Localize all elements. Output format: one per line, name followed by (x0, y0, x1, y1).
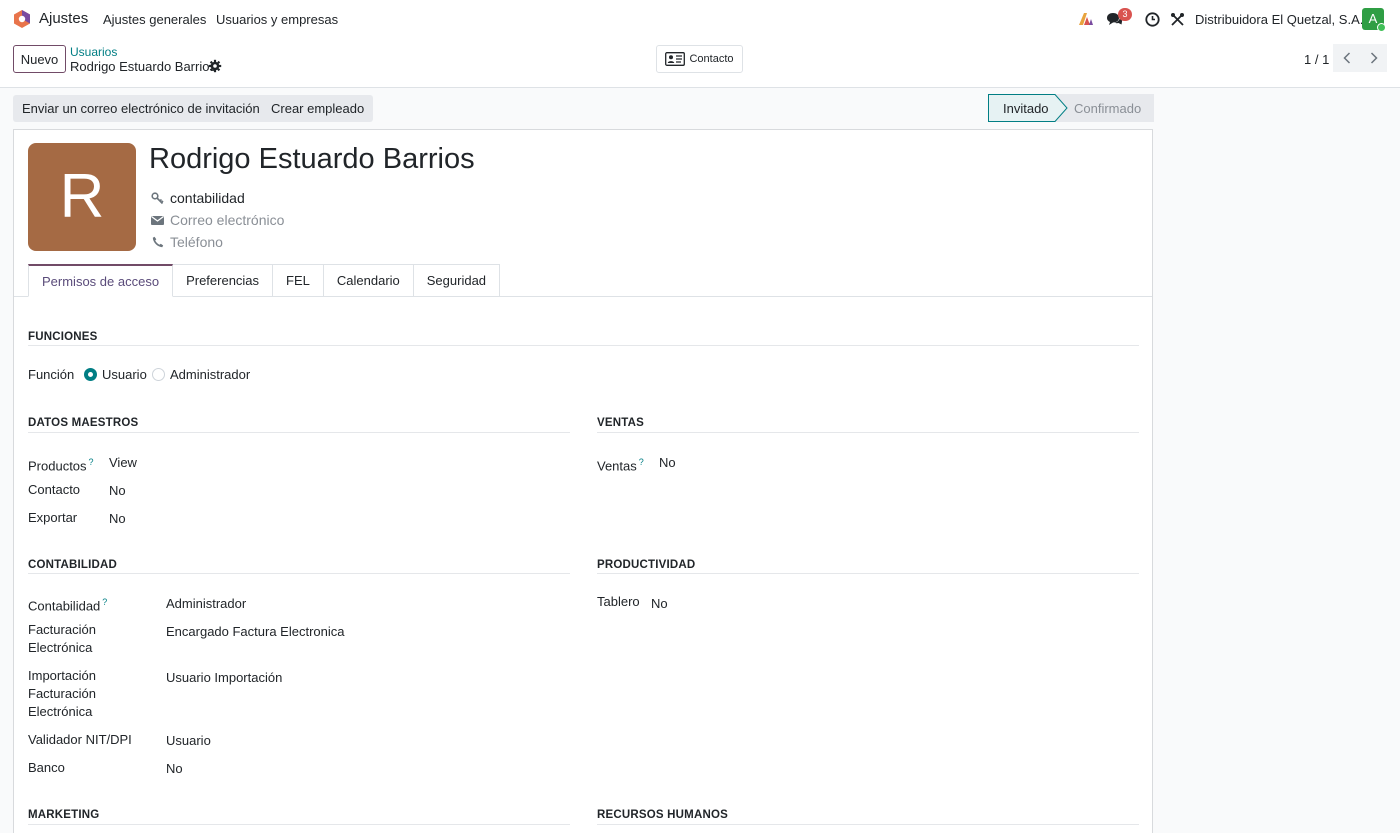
pager-value[interactable]: 1 / 1 (1304, 52, 1329, 67)
section-divider (28, 345, 1139, 346)
help-icon[interactable]: ? (639, 457, 644, 467)
section-title-productividad: PRODUCTIVIDAD (597, 559, 696, 571)
contact-label: Contacto (689, 53, 734, 65)
app-name[interactable]: Ajustes (39, 10, 88, 27)
form-sheet: R Rodrigo Estuardo Barrios contabilidad … (13, 129, 1153, 833)
new-button[interactable]: Nuevo (13, 45, 66, 73)
help-icon[interactable]: ? (102, 597, 107, 607)
facturacion-label: Facturación Electrónica (28, 622, 96, 655)
company-switcher[interactable]: Distribuidora El Quetzal, S.A. (1195, 12, 1363, 27)
exportar-value[interactable]: No (109, 511, 126, 526)
online-status-dot (1377, 23, 1386, 32)
section-title-marketing: MARKETING (28, 809, 100, 821)
gear-icon[interactable] (208, 59, 222, 73)
breadcrumb-parent[interactable]: Usuarios (70, 45, 117, 59)
tools-icon[interactable] (1168, 10, 1186, 28)
phone-icon (151, 236, 164, 249)
facturacion-value[interactable]: Encargado Factura Electronica (166, 624, 344, 639)
odoo-logo-icon[interactable] (12, 9, 32, 29)
email-placeholder: Correo electrónico (170, 212, 285, 228)
validador-value[interactable]: Usuario (166, 733, 211, 748)
login-value: contabilidad (170, 190, 245, 206)
tablero-value[interactable]: No (651, 596, 668, 611)
ventas-label: Ventas? (597, 457, 644, 474)
clock-icon[interactable] (1143, 10, 1161, 28)
ai-icon[interactable] (1077, 10, 1095, 28)
tab-permisos-de-acceso[interactable]: Permisos de acceso (28, 264, 174, 297)
email-field[interactable]: Correo electrónico (151, 212, 284, 228)
user-avatar-large[interactable]: R (28, 143, 136, 251)
menu-ajustes-generales[interactable]: Ajustes generales (103, 12, 206, 27)
contabilidad-value[interactable]: Administrador (166, 596, 246, 611)
section-divider (28, 432, 570, 433)
key-icon (151, 191, 164, 205)
tablero-label: Tablero (597, 594, 640, 609)
radio-usuario-label[interactable]: Usuario (102, 366, 147, 384)
validador-label: Validador NIT/DPI (28, 732, 132, 747)
section-title-funciones: FUNCIONES (28, 331, 98, 343)
user-name[interactable]: Rodrigo Estuardo Barrios (149, 143, 475, 176)
top-navbar: Ajustes Ajustes generales Usuarios y emp… (0, 0, 1400, 38)
section-divider (597, 432, 1139, 433)
chevron-right-icon[interactable] (1360, 44, 1387, 72)
menu-usuarios-empresas[interactable]: Usuarios y empresas (216, 12, 338, 27)
section-divider (28, 573, 570, 574)
create-employee-button[interactable]: Crear empleado (262, 95, 374, 122)
banco-value[interactable]: No (166, 761, 183, 776)
radio-administrador-label[interactable]: Administrador (170, 366, 250, 384)
banco-label: Banco (28, 760, 65, 775)
importacion-label: Importación Facturación Electrónica (28, 668, 96, 719)
productos-value[interactable]: View (109, 455, 137, 470)
notebook-tabs: Permisos de acceso Preferencias FEL Cale… (28, 264, 501, 297)
importacion-value[interactable]: Usuario Importación (166, 670, 282, 685)
exportar-label: Exportar (28, 510, 78, 525)
tab-fel[interactable]: FEL (273, 264, 324, 297)
funcion-label: Función (28, 367, 75, 382)
tab-seguridad[interactable]: Seguridad (413, 264, 501, 297)
phone-placeholder: Teléfono (170, 234, 223, 250)
notification-badge: 3 (1118, 8, 1132, 21)
contacto-value[interactable]: No (109, 483, 126, 498)
stage-invitado[interactable]: Invitado (1003, 101, 1049, 116)
productos-label: Productos? (28, 457, 94, 474)
ventas-value[interactable]: No (659, 455, 676, 470)
contact-card-icon (665, 52, 686, 66)
send-invitation-button[interactable]: Enviar un correo electrónico de invitaci… (13, 95, 269, 122)
section-title-ventas: VENTAS (597, 417, 644, 429)
contacto-label: Contacto (28, 482, 81, 497)
phone-field[interactable]: Teléfono (151, 234, 223, 250)
contabilidad-label: Contabilidad? (28, 597, 108, 614)
chevron-left-icon[interactable] (1333, 44, 1360, 72)
envelope-icon (151, 214, 164, 227)
control-panel: Nuevo Usuarios Rodrigo Estuardo Barrios … (0, 38, 1400, 88)
tab-calendario[interactable]: Calendario (323, 264, 414, 297)
login-field[interactable]: contabilidad (151, 190, 245, 206)
section-title-datos-maestros: DATOS MAESTROS (28, 417, 139, 429)
help-icon[interactable]: ? (89, 457, 94, 467)
stage-confirmado[interactable]: Confirmado (1074, 101, 1141, 116)
radio-administrador[interactable] (152, 368, 165, 381)
section-divider (28, 824, 570, 825)
section-divider (597, 573, 1139, 574)
breadcrumb-current: Rodrigo Estuardo Barrios (70, 59, 216, 74)
radio-usuario[interactable] (84, 368, 97, 381)
section-title-recursos-humanos: RECURSOS HUMANOS (597, 809, 728, 821)
section-divider (597, 824, 1139, 825)
tab-preferencias[interactable]: Preferencias (173, 264, 274, 297)
section-title-contabilidad: CONTABILIDAD (28, 559, 118, 571)
contact-smart-button[interactable]: Contacto (656, 45, 743, 73)
